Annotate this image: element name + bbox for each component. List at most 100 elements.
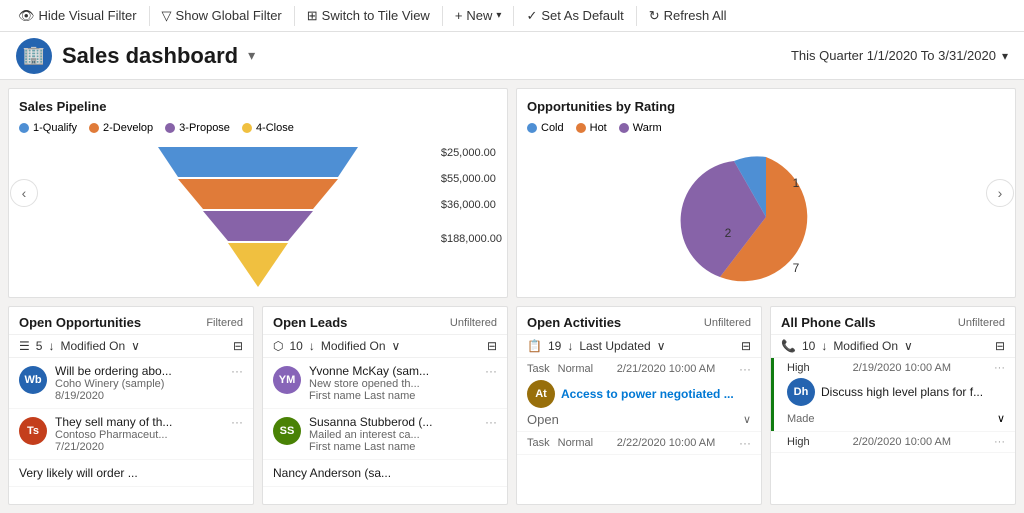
more-icon[interactable]: ··· — [739, 436, 751, 450]
phone-call-item-1[interactable]: High 2/19/2020 10:00 AM ··· Dh Discuss h… — [771, 358, 1015, 432]
title-chevron-icon[interactable]: ▾ — [248, 47, 255, 64]
panels-row: Open Opportunities Filtered ☰ 5 ↓ Modifi… — [8, 306, 1016, 505]
refresh-all-button[interactable]: ↻ Refresh All — [639, 0, 737, 32]
phone-icon: 📞 — [781, 339, 796, 353]
date-range-chevron-icon: ▾ — [1002, 49, 1008, 63]
switch-tile-view-button[interactable]: ⊞ Switch to Tile View — [297, 0, 440, 32]
item-content: Yvonne McKay (sam... New store opened th… — [309, 364, 477, 402]
leads-icon: ⬡ — [273, 339, 283, 353]
open-opportunities-header: Open Opportunities Filtered — [9, 307, 253, 335]
header-left: 🏢 Sales dashboard ▾ — [16, 38, 255, 74]
more-icon[interactable]: ··· — [485, 364, 497, 378]
avatar: Dh — [787, 378, 815, 406]
activity-item-2[interactable]: Task Normal 2/22/2020 10:00 AM ··· — [517, 432, 761, 455]
pipeline-value-1: $25,000.00 — [441, 147, 502, 159]
all-phone-calls-title: All Phone Calls — [781, 315, 876, 330]
open-activities-title: Open Activities — [527, 315, 621, 330]
item-content: Very likely will order ... — [19, 466, 243, 480]
filter-icon: ▽ — [162, 8, 172, 24]
phone-row1: High 2/20/2020 10:00 AM ··· — [787, 436, 1005, 448]
chevron-down-icon[interactable]: ∨ — [131, 339, 140, 353]
more-icon[interactable]: ··· — [485, 415, 497, 429]
nav-left-arrow[interactable]: ‹ — [10, 179, 38, 207]
open-leads-body: YM Yvonne McKay (sam... New store opened… — [263, 358, 507, 504]
refresh-icon: ↻ — [649, 8, 660, 24]
more-icon[interactable]: ··· — [739, 362, 751, 376]
opportunities-rating-title: Opportunities by Rating — [527, 99, 1005, 114]
hide-visual-filter-button[interactable]: 👁 Hide Visual Filter — [8, 0, 147, 32]
pie-legend: Cold Hot Warm — [527, 122, 1005, 134]
avatar: SS — [273, 417, 301, 445]
propose-dot — [165, 123, 175, 133]
chevron-down-icon[interactable]: ∨ — [743, 413, 751, 426]
pie-chart: 1 2 7 — [666, 137, 866, 297]
opportunity-item-2[interactable]: Ts They sell many of th... Contoso Pharm… — [9, 409, 253, 460]
open-leads-subheader: ⬡ 10 ↓ Modified On ∨ ⊟ — [263, 335, 507, 358]
all-phone-calls-panel: All Phone Calls Unfiltered 📞 10 ↓ Modifi… — [770, 306, 1016, 505]
priority-bar — [771, 358, 774, 431]
nav-right-arrow[interactable]: › — [986, 179, 1014, 207]
toolbar: 👁 Hide Visual Filter ▽ Show Global Filte… — [0, 0, 1024, 32]
open-opportunities-panel: Open Opportunities Filtered ☰ 5 ↓ Modifi… — [8, 306, 254, 505]
more-icon[interactable]: ··· — [994, 362, 1005, 374]
phone-status-row: Made ∨ — [787, 410, 1005, 427]
sort-down-icon: ↓ — [567, 339, 573, 353]
item-content: Susanna Stubberod (... Mailed an interes… — [309, 415, 477, 453]
opportunity-item-1[interactable]: Wb Will be ordering abo... Coho Winery (… — [9, 358, 253, 409]
set-as-default-button[interactable]: ✓ Set As Default — [516, 0, 633, 32]
date-range-selector[interactable]: This Quarter 1/1/2020 To 3/31/2020 ▾ — [791, 48, 1008, 63]
legend-qualify: 1-Qualify — [19, 122, 77, 134]
filter-icon[interactable]: ⊟ — [995, 339, 1005, 353]
sales-pipeline-card: Sales Pipeline 1-Qualify 2-Develop 3-Pro… — [8, 88, 508, 298]
lead-item-1[interactable]: YM Yvonne McKay (sam... New store opened… — [263, 358, 507, 409]
hot-dot — [576, 123, 586, 133]
open-activities-body: Task Normal 2/21/2020 10:00 AM ··· At Ac… — [517, 358, 761, 504]
chevron-down-icon[interactable]: ∨ — [657, 339, 666, 353]
avatar: At — [527, 380, 555, 408]
warm-dot — [619, 123, 629, 133]
funnel-chart — [128, 142, 388, 287]
qualify-dot — [19, 123, 29, 133]
lead-item-2[interactable]: SS Susanna Stubberod (... Mailed an inte… — [263, 409, 507, 460]
pipeline-value-2: $55,000.00 — [441, 173, 502, 185]
more-icon[interactable]: ··· — [994, 436, 1005, 448]
open-leads-title: Open Leads — [273, 315, 347, 330]
all-phone-calls-subheader: 📞 10 ↓ Modified On ∨ ⊟ — [771, 335, 1015, 358]
show-global-filter-button[interactable]: ▽ Show Global Filter — [152, 0, 292, 32]
toolbar-divider-1 — [149, 6, 150, 26]
sort-down-icon: ↓ — [309, 339, 315, 353]
activity-tags: Task Normal — [527, 437, 593, 449]
pipeline-value-4: $188,000.00 — [441, 233, 502, 245]
filter-icon[interactable]: ⊟ — [233, 339, 243, 353]
avatar: YM — [273, 366, 301, 394]
funnel-legend: 1-Qualify 2-Develop 3-Propose 4-Close — [19, 122, 497, 134]
open-opportunities-body: Wb Will be ordering abo... Coho Winery (… — [9, 358, 253, 504]
all-phone-calls-header: All Phone Calls Unfiltered — [771, 307, 1015, 335]
avatar: Wb — [19, 366, 47, 394]
filter-icon[interactable]: ⊟ — [741, 339, 751, 353]
chevron-down-icon[interactable]: ∨ — [904, 339, 913, 353]
more-icon[interactable]: ··· — [231, 415, 243, 429]
new-button[interactable]: + New ▾ — [445, 0, 512, 32]
activity-item-1[interactable]: Task Normal 2/21/2020 10:00 AM ··· At Ac… — [517, 358, 761, 432]
list-icon: ☰ — [19, 339, 30, 353]
chevron-down-icon: ▾ — [496, 10, 501, 21]
more-icon[interactable]: ··· — [231, 364, 243, 378]
phone-row1: High 2/19/2020 10:00 AM ··· — [787, 362, 1005, 374]
eye-icon: 👁 — [18, 8, 35, 24]
svg-text:2: 2 — [725, 226, 732, 240]
filter-icon[interactable]: ⊟ — [487, 339, 497, 353]
opportunity-item-3[interactable]: Very likely will order ... — [9, 460, 253, 487]
legend-propose: 3-Propose — [165, 122, 230, 134]
toolbar-divider-3 — [442, 6, 443, 26]
legend-warm: Warm — [619, 122, 662, 134]
grid-icon: ⊞ — [307, 8, 318, 24]
chevron-down-icon[interactable]: ∨ — [997, 412, 1005, 425]
toolbar-divider-2 — [294, 6, 295, 26]
lead-item-3[interactable]: Nancy Anderson (sa... — [263, 460, 507, 487]
chevron-down-icon[interactable]: ∨ — [392, 339, 401, 353]
avatar: Ts — [19, 417, 47, 445]
phone-call-item-2[interactable]: High 2/20/2020 10:00 AM ··· — [771, 432, 1015, 453]
pie-container: 1 2 7 — [527, 142, 1005, 292]
phone-row2: Dh Discuss high level plans for f... — [787, 374, 1005, 410]
